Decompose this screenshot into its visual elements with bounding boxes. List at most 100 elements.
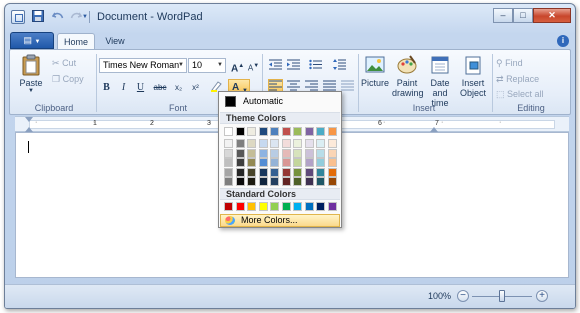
theme-shade-swatch[interactable] [327,139,337,148]
standard-color-swatch[interactable] [281,202,291,211]
theme-shade-swatch[interactable] [281,139,291,148]
theme-shade-swatch[interactable] [224,158,233,167]
help-icon[interactable]: i [557,35,569,47]
bold-button[interactable]: B [99,79,114,94]
theme-shade-swatch[interactable] [327,158,337,167]
subscript-button[interactable]: x₂ [171,79,186,94]
underline-button[interactable]: U [133,79,148,94]
insert-object-button[interactable]: Insert Object [458,54,488,98]
theme-color-swatch[interactable] [224,127,233,136]
theme-shade-swatch[interactable] [247,167,256,177]
zoom-out-button[interactable]: − [457,290,469,302]
theme-shade-swatch[interactable] [258,158,268,167]
theme-shade-swatch[interactable] [235,148,245,158]
superscript-button[interactable]: x² [188,79,203,94]
theme-shade-swatch[interactable] [270,158,279,167]
theme-shade-swatch[interactable] [293,139,302,148]
automatic-color-option[interactable]: Automatic [221,94,339,109]
theme-shade-swatch[interactable] [270,167,279,177]
theme-shade-swatch[interactable] [258,177,268,186]
theme-color-swatch[interactable] [247,127,256,136]
copy-button[interactable]: ❐ Copy [52,72,84,86]
theme-shade-swatch[interactable] [270,148,279,158]
theme-shade-swatch[interactable] [316,177,325,186]
save-icon[interactable] [31,10,45,24]
theme-shade-swatch[interactable] [304,177,314,186]
application-menu-button[interactable]: ▤ ▼ [10,32,54,49]
theme-shade-swatch[interactable] [235,139,245,148]
zoom-in-button[interactable]: + [536,290,548,302]
undo-icon[interactable] [51,10,65,24]
maximize-button[interactable]: □ [513,8,533,23]
theme-shade-swatch[interactable] [247,148,256,158]
replace-button[interactable]: ⇄ Replace [496,72,539,86]
theme-shade-swatch[interactable] [281,177,291,186]
theme-color-swatch[interactable] [270,127,279,136]
theme-shade-swatch[interactable] [281,167,291,177]
theme-color-swatch[interactable] [316,127,325,136]
standard-color-swatch[interactable] [258,202,268,211]
theme-shade-swatch[interactable] [258,167,268,177]
theme-shade-swatch[interactable] [304,158,314,167]
date-time-button[interactable]: Date and time [424,54,456,108]
more-colors-option[interactable]: More Colors... [220,214,340,227]
theme-color-swatch[interactable] [258,127,268,136]
standard-color-swatch[interactable] [293,202,302,211]
theme-shade-swatch[interactable] [281,148,291,158]
theme-shade-swatch[interactable] [270,177,279,186]
standard-color-swatch[interactable] [304,202,314,211]
chevron-down-icon[interactable]: ▼ [81,10,89,24]
theme-shade-swatch[interactable] [316,167,325,177]
theme-color-swatch[interactable] [304,127,314,136]
theme-shade-swatch[interactable] [247,139,256,148]
wordpad-app-icon[interactable] [11,10,25,24]
theme-shade-swatch[interactable] [327,177,337,186]
theme-shade-swatch[interactable] [304,148,314,158]
standard-color-swatch[interactable] [327,202,337,211]
standard-color-swatch[interactable] [224,202,233,211]
font-size-select[interactable]: 10 ▼ [188,58,226,73]
line-spacing-button[interactable] [328,58,350,73]
theme-shade-swatch[interactable] [304,167,314,177]
theme-shade-swatch[interactable] [293,158,302,167]
zoom-slider-thumb[interactable] [499,290,505,302]
insert-picture-button[interactable]: Picture [360,54,390,88]
theme-shade-swatch[interactable] [235,158,245,167]
close-button[interactable]: ✕ [533,8,571,23]
italic-button[interactable]: I [116,79,131,94]
theme-shade-swatch[interactable] [247,177,256,186]
theme-color-swatch[interactable] [293,127,302,136]
theme-shade-swatch[interactable] [235,167,245,177]
theme-shade-swatch[interactable] [327,167,337,177]
standard-color-swatch[interactable] [235,202,245,211]
theme-shade-swatch[interactable] [258,139,268,148]
theme-shade-swatch[interactable] [293,148,302,158]
font-family-select[interactable]: Times New Roman ▼ [99,58,187,73]
grow-font-button[interactable]: A▲ [230,58,245,74]
standard-color-swatch[interactable] [247,202,256,211]
theme-shade-swatch[interactable] [235,177,245,186]
increase-indent-button[interactable] [286,58,301,73]
theme-color-swatch[interactable] [327,127,337,136]
theme-shade-swatch[interactable] [316,148,325,158]
bullets-button[interactable] [304,58,326,73]
theme-shade-swatch[interactable] [327,148,337,158]
theme-shade-swatch[interactable] [293,167,302,177]
theme-shade-swatch[interactable] [247,158,256,167]
cut-button[interactable]: ✂ Cut [52,56,76,70]
theme-shade-swatch[interactable] [281,158,291,167]
decrease-indent-button[interactable] [268,58,283,73]
paint-drawing-button[interactable]: Paint drawing [392,54,424,98]
first-line-indent-marker[interactable] [25,117,33,122]
minimize-button[interactable]: – [493,8,513,23]
standard-color-swatch[interactable] [270,202,279,211]
theme-shade-swatch[interactable] [224,167,233,177]
tab-home[interactable]: Home [57,33,95,50]
theme-shade-swatch[interactable] [224,139,233,148]
theme-color-swatch[interactable] [281,127,291,136]
paragraph-button[interactable] [340,79,355,94]
theme-shade-swatch[interactable] [224,148,233,158]
find-button[interactable]: ⚲ Find [496,56,523,70]
standard-color-swatch[interactable] [316,202,325,211]
theme-shade-swatch[interactable] [293,177,302,186]
